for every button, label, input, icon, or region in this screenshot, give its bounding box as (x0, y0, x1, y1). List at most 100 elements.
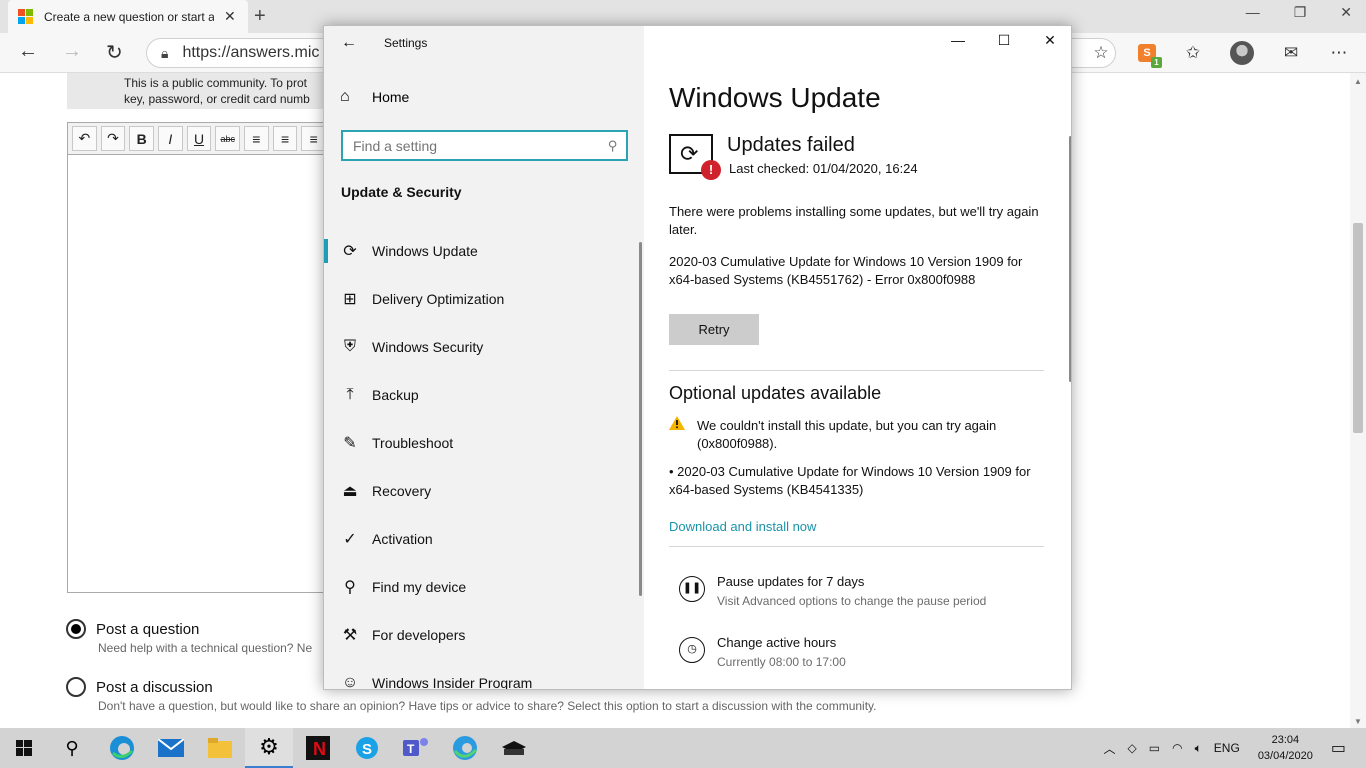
search-icon[interactable]: ⚲ (48, 728, 96, 768)
editor-toolbar: ↶ ↷ B I U abc ≡ ≡ ≡ (67, 122, 327, 154)
sidebar-scrollbar[interactable] (639, 242, 642, 596)
settings-back-icon[interactable]: ← (341, 34, 357, 52)
taskbar-clock[interactable]: 23:04 03/04/2020 (1258, 732, 1313, 764)
developer-icon: ⚒ (342, 627, 358, 644)
tab-close-icon[interactable]: ✕ (224, 8, 236, 25)
extension-icon[interactable]: S (1138, 44, 1162, 68)
retry-button[interactable]: Retry (669, 314, 759, 345)
main-scrollbar[interactable] (1069, 136, 1071, 382)
more-menu-icon[interactable]: ⋯ (1328, 43, 1350, 63)
back-arrow-icon[interactable]: ← (18, 40, 38, 63)
browser-close-icon[interactable]: ✕ (1340, 4, 1352, 21)
minimize-icon[interactable]: — (935, 32, 981, 54)
nav-backup[interactable]: ⤒ Backup (324, 371, 644, 419)
start-windows-icon[interactable] (0, 728, 48, 768)
warning-text: We couldn't install this update, but you… (697, 418, 997, 451)
post-discussion-radio[interactable] (66, 677, 86, 697)
search-icon[interactable]: ⚲ (608, 138, 618, 154)
status-heading: Updates failed (727, 134, 855, 156)
mail-icon[interactable] (147, 728, 195, 768)
nav-troubleshoot[interactable]: ✎ Troubleshoot (324, 419, 644, 467)
favorites-list-icon[interactable]: ✩ (1182, 43, 1204, 63)
browser-restore-icon[interactable]: ❐ (1294, 4, 1307, 21)
find-setting-search[interactable]: ⚲ (341, 130, 628, 161)
new-tab-button[interactable]: + (254, 5, 266, 28)
tray-chevron-icon[interactable]: ︿ (1104, 740, 1116, 757)
forward-arrow-icon[interactable]: → (62, 40, 82, 63)
tray-diamond-icon[interactable]: ◇ (1128, 741, 1137, 755)
maximize-icon[interactable]: ☐ (981, 32, 1027, 54)
edge-new-icon[interactable] (441, 728, 489, 768)
browser-minimize-icon[interactable]: — (1246, 4, 1260, 21)
nav-label: Activation (372, 531, 433, 547)
shield-icon: ⛨ (343, 338, 356, 355)
wifi-icon[interactable]: ◠ (1172, 741, 1182, 755)
language-indicator[interactable]: ENG (1214, 741, 1240, 755)
refresh-icon[interactable]: ↻ (106, 40, 123, 65)
battery-icon[interactable]: ▭ (1149, 741, 1160, 755)
page-scroll-thumb[interactable] (1353, 223, 1363, 433)
file-explorer-icon[interactable] (196, 728, 244, 768)
insider-icon: ☺ (341, 674, 359, 690)
nav-windows-update[interactable]: ⟳ Windows Update (324, 227, 644, 275)
undo-button[interactable]: ↶ (72, 126, 97, 151)
backup-icon: ⤒ (346, 386, 354, 403)
svg-text:T: T (407, 742, 415, 756)
settings-nav-list: ⟳ Windows Update ⊞ Delivery Optimization… (324, 227, 644, 690)
question-editor[interactable] (67, 154, 327, 593)
align-center-button[interactable]: ≡ (272, 126, 298, 151)
search-input[interactable] (353, 137, 593, 154)
edge-browser-icon[interactable] (98, 728, 146, 768)
nav-activation[interactable]: ✓ Activation (324, 515, 644, 563)
netflix-icon[interactable]: N (294, 728, 342, 768)
volume-icon[interactable]: 🔈︎ (1195, 741, 1202, 756)
settings-gear-icon[interactable]: ⚙ (245, 728, 293, 768)
notifications-icon[interactable]: ▭ (1331, 738, 1346, 758)
post-question-radio[interactable] (66, 619, 86, 639)
sync-icon: ⟳ (343, 243, 357, 260)
skype-icon[interactable]: S (343, 728, 391, 768)
nav-label: Windows Security (372, 339, 484, 355)
svg-text:S: S (362, 741, 372, 758)
home-icon: ⌂ (340, 88, 350, 105)
favorite-star-icon[interactable]: ☆ (1090, 43, 1112, 63)
delivery-icon: ⊞ (343, 291, 357, 308)
italic-button[interactable]: I (158, 126, 183, 151)
close-icon[interactable]: ✕ (1027, 32, 1071, 54)
nav-for-developers[interactable]: ⚒ For developers (324, 611, 644, 659)
nav-label: Windows Insider Program (372, 675, 533, 690)
nav-windows-insider[interactable]: ☺ Windows Insider Program (324, 659, 644, 690)
bold-button[interactable]: B (129, 126, 155, 151)
nav-windows-security[interactable]: ⛨ Windows Security (324, 323, 644, 371)
pause-updates-option[interactable]: ❚❚ Pause updates for 7 days Visit Advanc… (679, 573, 986, 611)
wrench-icon: ✎ (343, 435, 357, 452)
strikethrough-button[interactable]: abc (215, 126, 241, 151)
post-discussion-option[interactable]: Post a discussion (66, 677, 213, 697)
nav-home-label: Home (372, 89, 410, 105)
active-hours-option[interactable]: ◷ Change active hours Currently 08:00 to… (679, 634, 846, 672)
browser-tab[interactable]: Create a new question or start a ✕ (8, 0, 248, 33)
pause-desc: Visit Advanced options to change the pau… (717, 594, 987, 608)
settings-app-title: Settings (384, 35, 428, 50)
download-install-link[interactable]: Download and install now (669, 519, 816, 534)
align-left-button[interactable]: ≡ (244, 126, 269, 151)
clock-time: 23:04 (1271, 734, 1300, 746)
page-scrollbar[interactable]: ▲ ▼ (1350, 73, 1366, 728)
redo-button[interactable]: ↷ (100, 126, 126, 151)
section-heading: Update & Security (341, 184, 462, 200)
post-question-option[interactable]: Post a question (66, 619, 199, 639)
nav-find-my-device[interactable]: ⚲ Find my device (324, 563, 644, 611)
profile-avatar[interactable] (1230, 41, 1254, 65)
scroll-down-icon[interactable]: ▼ (1354, 717, 1362, 726)
teams-icon[interactable]: T (392, 728, 440, 768)
underline-button[interactable]: U (186, 126, 212, 151)
scroll-up-icon[interactable]: ▲ (1354, 77, 1362, 86)
nav-recovery[interactable]: ⏏ Recovery (324, 467, 644, 515)
nav-delivery-optimization[interactable]: ⊞ Delivery Optimization (324, 275, 644, 323)
app-icon[interactable] (490, 728, 538, 768)
last-checked: Last checked: 01/04/2020, 16:24 (729, 161, 918, 176)
nav-home[interactable]: ⌂ Home (340, 88, 409, 106)
feedback-icon[interactable]: ✉ (1280, 43, 1302, 63)
active-hours-title: Change active hours (717, 635, 837, 650)
post-discussion-label: Post a discussion (96, 678, 213, 696)
